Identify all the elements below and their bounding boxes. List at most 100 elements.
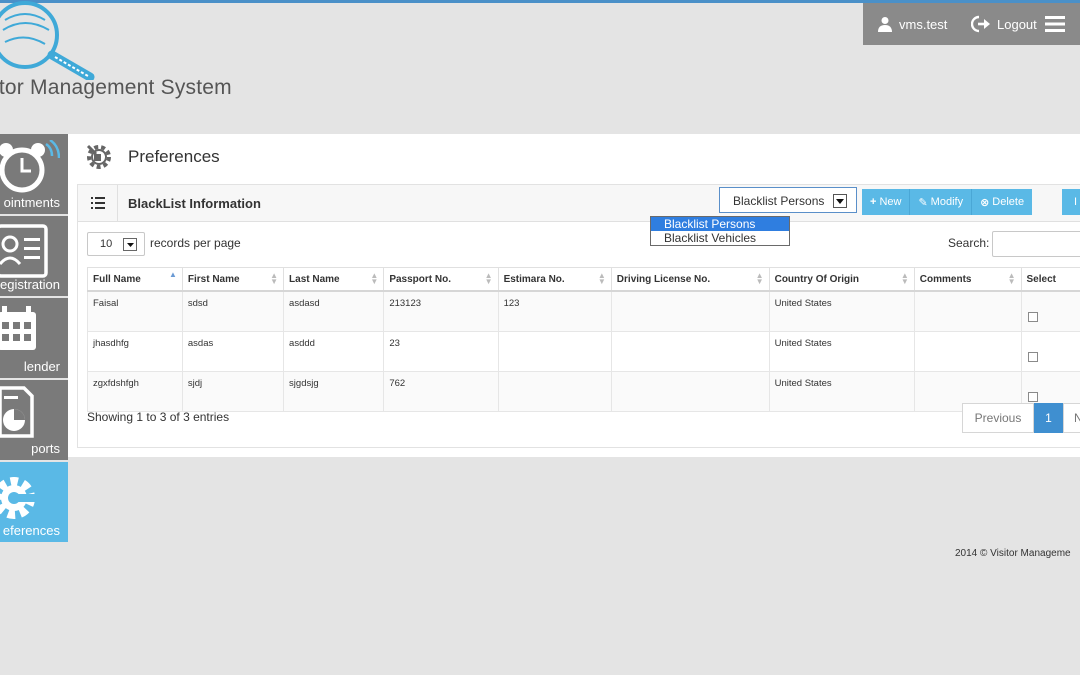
hamburger-icon bbox=[1045, 16, 1065, 32]
sort-icon: ▲ ▼ bbox=[755, 271, 764, 286]
modify-label: Modify bbox=[930, 196, 964, 208]
table-row[interactable]: jhasdhfg asdas asddd 23 United States bbox=[87, 331, 1080, 372]
blacklist-type-select[interactable]: Blacklist Persons bbox=[719, 187, 857, 213]
new-button[interactable]: + New bbox=[862, 189, 911, 215]
user-icon bbox=[878, 17, 892, 32]
sort-icon: ▲ ▼ bbox=[900, 271, 909, 286]
cell-full-name: jhasdhfg bbox=[87, 331, 183, 372]
col-estimara-no[interactable]: Estimara No. ▲ ▼ bbox=[497, 267, 612, 292]
cell-full-name: zgxfdshfgh bbox=[87, 371, 183, 412]
cell-driving-license-no bbox=[610, 331, 770, 372]
new-label: New bbox=[879, 196, 902, 208]
cell-passport-no: 213123 bbox=[383, 290, 499, 332]
sort-icon: ▲ ▼ bbox=[370, 271, 379, 286]
sidebar-label-registration: egistration bbox=[0, 277, 60, 292]
action-buttons: + New ✎ Modify ⊗ Delete bbox=[862, 189, 1033, 215]
sidebar-label-appointments: ointments bbox=[3, 195, 60, 210]
report-icon bbox=[0, 386, 34, 438]
page-title: Preferences bbox=[128, 147, 220, 166]
list-icon bbox=[90, 197, 105, 209]
modify-button[interactable]: ✎ Modify bbox=[910, 189, 973, 215]
sort-icon: ▲ ▼ bbox=[270, 271, 279, 286]
cell-country-of-origin: United States bbox=[768, 290, 915, 332]
previous-page-button[interactable]: Previous bbox=[962, 403, 1034, 433]
row-select-checkbox[interactable] bbox=[1027, 391, 1038, 402]
table-info: Showing 1 to 3 of 3 entries bbox=[87, 410, 230, 424]
magnifier-fingerprint-icon bbox=[0, 1, 95, 82]
cell-select bbox=[1020, 290, 1080, 332]
plus-icon: + bbox=[870, 196, 877, 208]
pagination: Previous 1 N bbox=[962, 403, 1080, 433]
cell-last-name: asdasd bbox=[283, 290, 385, 332]
sort-icon: ▲ ▼ bbox=[1007, 271, 1016, 286]
search-label: Search: bbox=[948, 236, 990, 250]
cell-first-name: sjdj bbox=[181, 371, 285, 412]
cell-full-name: Faisal bbox=[87, 290, 183, 332]
cell-country-of-origin: United States bbox=[768, 371, 915, 412]
blacklist-box: BlackList Information Blacklist Persons … bbox=[77, 184, 1080, 448]
chevron-down-icon bbox=[123, 238, 137, 251]
blacklist-type-dropdown: Blacklist Persons Blacklist Vehicles bbox=[650, 216, 790, 246]
app-logo: itor Management System bbox=[0, 0, 232, 110]
col-passport-no[interactable]: Passport No. ▲ ▼ bbox=[383, 267, 499, 292]
row-select-checkbox[interactable] bbox=[1027, 351, 1038, 362]
page-button-current[interactable]: 1 bbox=[1034, 403, 1063, 433]
cell-first-name: sdsd bbox=[181, 290, 285, 332]
table-row[interactable]: zgxfdshfgh sjdj sjgdsjg 762 United State… bbox=[87, 371, 1080, 412]
page-header: Preferences bbox=[86, 144, 220, 170]
logout-button[interactable]: Logout bbox=[971, 3, 1037, 45]
records-per-page-select[interactable]: 10 bbox=[87, 232, 145, 256]
user-menu[interactable]: vms.test bbox=[877, 3, 947, 45]
logo-text: itor Management System bbox=[0, 76, 232, 99]
user-bar: vms.test Logout bbox=[863, 3, 1080, 45]
sort-icon: ▲ ▼ bbox=[597, 271, 606, 286]
delete-label: Delete bbox=[992, 196, 1025, 208]
footer-copyright: 2014 © Visitor Manageme bbox=[955, 548, 1071, 559]
box-title: BlackList Information bbox=[128, 196, 261, 211]
logout-icon bbox=[971, 15, 990, 33]
logout-label: Logout bbox=[997, 16, 1037, 32]
col-comments[interactable]: Comments ▲ ▼ bbox=[913, 267, 1022, 292]
blacklist-table: Full Name ▲ First Name ▲ ▼ Last Name ▲ ▼ Pass… bbox=[87, 267, 1080, 412]
row-select-checkbox[interactable] bbox=[1027, 311, 1038, 322]
cell-first-name: asdas bbox=[181, 331, 285, 372]
wrench-gear-icon bbox=[86, 144, 111, 169]
search-input[interactable] bbox=[992, 231, 1080, 257]
list-icon-cell bbox=[78, 185, 118, 221]
cell-estimara-no bbox=[497, 371, 612, 412]
table-row[interactable]: Faisal sdsd asdasd 213123 123 United Sta… bbox=[87, 290, 1080, 332]
option-blacklist-vehicles[interactable]: Blacklist Vehicles bbox=[651, 231, 789, 245]
next-page-button[interactable]: N bbox=[1063, 403, 1080, 433]
col-country-of-origin[interactable]: Country Of Origin ▲ ▼ bbox=[768, 267, 915, 292]
cell-estimara-no bbox=[497, 331, 612, 372]
sidebar-item-registration[interactable]: egistration bbox=[0, 216, 68, 298]
col-first-name[interactable]: First Name ▲ ▼ bbox=[181, 267, 285, 292]
cell-driving-license-no bbox=[610, 371, 770, 412]
col-driving-license-no[interactable]: Driving License No. ▲ ▼ bbox=[610, 267, 770, 292]
select-value: Blacklist Persons bbox=[733, 194, 825, 208]
sidebar-item-appointments[interactable]: ointments bbox=[0, 134, 68, 216]
sidebar-item-reports[interactable]: ports bbox=[0, 380, 68, 462]
sidebar-item-preferences[interactable]: eferences bbox=[0, 462, 68, 544]
cell-last-name: sjgdsjg bbox=[283, 371, 385, 412]
option-blacklist-persons[interactable]: Blacklist Persons bbox=[651, 217, 789, 231]
cell-estimara-no: 123 bbox=[497, 290, 612, 332]
main-menu-button[interactable] bbox=[1035, 3, 1075, 45]
sort-icon: ▲ ▼ bbox=[484, 271, 493, 286]
col-last-name[interactable]: Last Name ▲ ▼ bbox=[283, 267, 385, 292]
sidebar-item-calendar[interactable]: lender bbox=[0, 298, 68, 380]
remove-circle-icon: ⊗ bbox=[980, 196, 990, 209]
delete-button[interactable]: ⊗ Delete bbox=[972, 189, 1033, 215]
id-card-icon bbox=[0, 224, 48, 278]
alarm-clock-icon bbox=[0, 140, 60, 193]
extra-label: I bbox=[1074, 196, 1078, 208]
cell-comments bbox=[913, 290, 1022, 332]
wrench-icon: ✎ bbox=[918, 196, 928, 209]
col-full-name[interactable]: Full Name ▲ bbox=[87, 267, 183, 292]
extra-button[interactable]: I bbox=[1062, 189, 1080, 215]
sidebar-label-preferences: eferences bbox=[2, 523, 60, 538]
sort-asc-icon: ▲ bbox=[168, 270, 177, 279]
username: vms.test bbox=[899, 16, 948, 32]
sidebar-label-calendar: lender bbox=[23, 359, 60, 374]
records-per-page-label: records per page bbox=[150, 236, 241, 250]
